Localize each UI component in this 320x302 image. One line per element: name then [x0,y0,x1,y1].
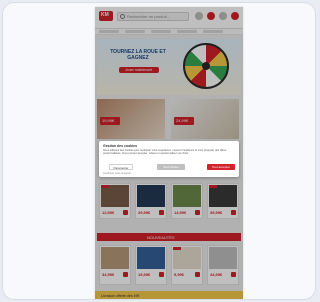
cookie-accept-button[interactable]: Tout accepter [207,164,235,170]
cookie-settings-button[interactable]: Paramétrer [109,164,133,170]
cookie-dialog-title: Gestion des cookies [103,144,138,148]
cookie-dialog-text: Nous utilisons des cookies pour améliore… [103,149,227,156]
cookie-refuse-button[interactable]: Tout refuser [157,164,185,170]
mobile-page: KM Rechercher un produit... TOURNEZ LA R… [95,7,243,299]
screenshot-card: KM Rechercher un produit... TOURNEZ LA R… [2,2,316,300]
continue-without-accepting-link[interactable]: Continuer sans accepter [103,172,131,175]
cookie-consent-dialog: Gestion des cookies Nous utilisons des c… [99,141,239,177]
